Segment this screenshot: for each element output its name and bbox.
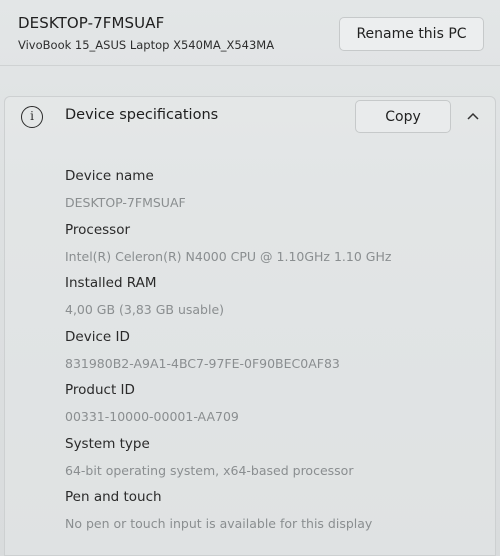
pc-name-card: DESKTOP-7FMSUAF VivoBook 15_ASUS Laptop … bbox=[0, 0, 500, 66]
settings-about-page: DESKTOP-7FMSUAF VivoBook 15_ASUS Laptop … bbox=[0, 0, 500, 556]
info-icon: i bbox=[21, 106, 43, 128]
spec-value-device-id: 831980B2-A9A1-4BC7-97FE-0F90BEC0AF83 bbox=[65, 355, 340, 371]
device-specifications-panel: i Device specifications Copy Device name… bbox=[4, 96, 496, 556]
copy-button[interactable]: Copy bbox=[355, 100, 451, 133]
pc-model: VivoBook 15_ASUS Laptop X540MA_X543MA bbox=[18, 38, 275, 52]
spec-label-system-type: System type bbox=[65, 435, 150, 452]
spec-value-installed-ram: 4,00 GB (3,83 GB usable) bbox=[65, 302, 225, 317]
spec-value-processor: Intel(R) Celeron(R) N4000 CPU @ 1.10GHz … bbox=[65, 248, 392, 264]
device-specifications-title: Device specifications bbox=[65, 107, 219, 123]
device-specifications-header[interactable]: i Device specifications Copy bbox=[5, 97, 495, 137]
spec-label-device-id: Device ID bbox=[65, 328, 130, 345]
pc-name: DESKTOP-7FMSUAF bbox=[18, 14, 165, 32]
spec-value-device-name: DESKTOP-7FMSUAF bbox=[65, 195, 186, 210]
spec-label-product-id: Product ID bbox=[65, 382, 135, 398]
spec-label-pen-and-touch: Pen and touch bbox=[65, 489, 162, 505]
spec-value-system-type: 64-bit operating system, x64-based proce… bbox=[65, 462, 354, 478]
spec-label-installed-ram: Installed RAM bbox=[65, 275, 157, 291]
spec-value-product-id: 00331-10000-00001-AA709 bbox=[65, 409, 239, 424]
chevron-up-icon[interactable] bbox=[461, 107, 485, 127]
spec-value-pen-and-touch: No pen or touch input is available for t… bbox=[65, 516, 373, 531]
spec-list: Device name DESKTOP-7FMSUAF Processor In… bbox=[65, 163, 485, 538]
rename-pc-button[interactable]: Rename this PC bbox=[339, 17, 484, 51]
spec-label-processor: Processor bbox=[65, 221, 131, 238]
spec-label-device-name: Device name bbox=[65, 168, 154, 184]
